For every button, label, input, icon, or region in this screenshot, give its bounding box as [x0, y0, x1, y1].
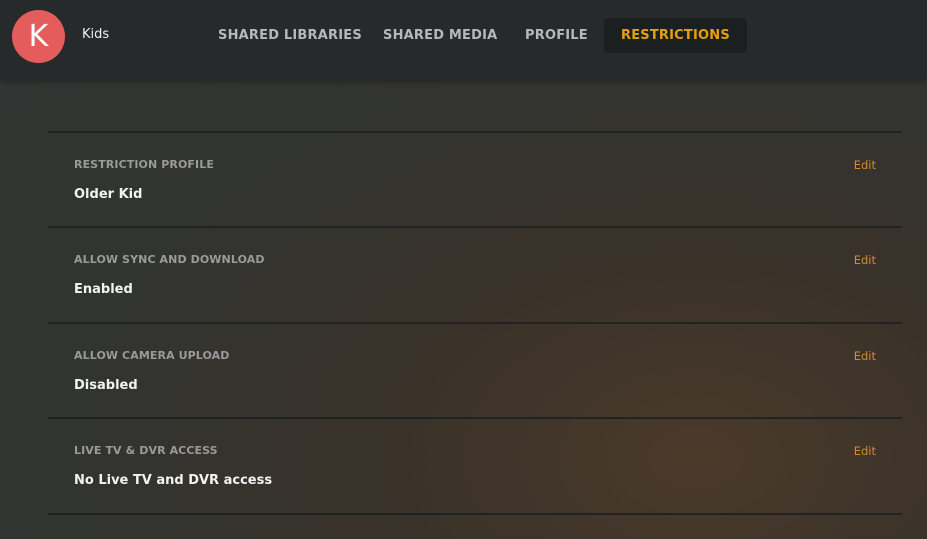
- live-tv-dvr-section: LIVE TV & DVR ACCESS No Live TV and DVR …: [48, 417, 902, 514]
- edit-link[interactable]: Edit: [854, 349, 876, 363]
- section-value: No Live TV and DVR access: [74, 473, 273, 488]
- section-value: Enabled: [74, 282, 133, 297]
- section-label: RESTRICTION PROFILE: [74, 158, 214, 171]
- section-value: Older Kid: [74, 187, 143, 202]
- tab-bar: SHARED LIBRARIES SHARED MEDIA PROFILE RE…: [0, 0, 927, 79]
- restriction-profile-section: RESTRICTION PROFILE Older Kid Edit: [48, 131, 902, 228]
- tab-shared-libraries[interactable]: SHARED LIBRARIES: [218, 18, 362, 53]
- edit-link[interactable]: Edit: [854, 444, 876, 458]
- section-label: ALLOW CAMERA UPLOAD: [74, 349, 230, 362]
- section-label: LIVE TV & DVR ACCESS: [74, 444, 218, 457]
- camera-upload-section: ALLOW CAMERA UPLOAD Disabled Edit: [48, 322, 902, 419]
- tab-restrictions[interactable]: RESTRICTIONS: [604, 18, 747, 53]
- section-value: Disabled: [74, 378, 138, 393]
- divider: [48, 513, 902, 515]
- tab-shared-media[interactable]: SHARED MEDIA: [383, 18, 497, 53]
- sync-download-section: ALLOW SYNC AND DOWNLOAD Enabled Edit: [48, 226, 902, 323]
- tab-profile[interactable]: PROFILE: [525, 18, 588, 53]
- section-label: ALLOW SYNC AND DOWNLOAD: [74, 253, 265, 266]
- edit-link[interactable]: Edit: [854, 158, 876, 172]
- top-bar: K Kids SHARED LIBRARIES SHARED MEDIA PRO…: [0, 0, 927, 79]
- edit-link[interactable]: Edit: [854, 253, 876, 267]
